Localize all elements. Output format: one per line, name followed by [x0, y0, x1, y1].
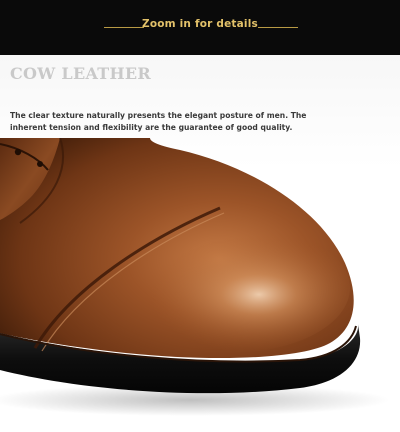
eyelet-2	[37, 161, 43, 167]
description-line-1: The clear texture naturally presents the…	[10, 111, 307, 120]
eyelet-1	[14, 148, 22, 156]
section-description: The clear texture naturally presents the…	[10, 110, 390, 133]
description-line-2: inherent tension and flexibility are the…	[10, 122, 293, 132]
banner-title: Zoom in for details	[142, 18, 258, 30]
toe-highlight	[110, 223, 350, 353]
top-banner: Zoom in for details	[0, 0, 400, 55]
banner-divider-right	[258, 27, 298, 28]
shoe-closeup-image	[0, 138, 390, 416]
section-heading: COW LEATHER	[10, 64, 152, 83]
